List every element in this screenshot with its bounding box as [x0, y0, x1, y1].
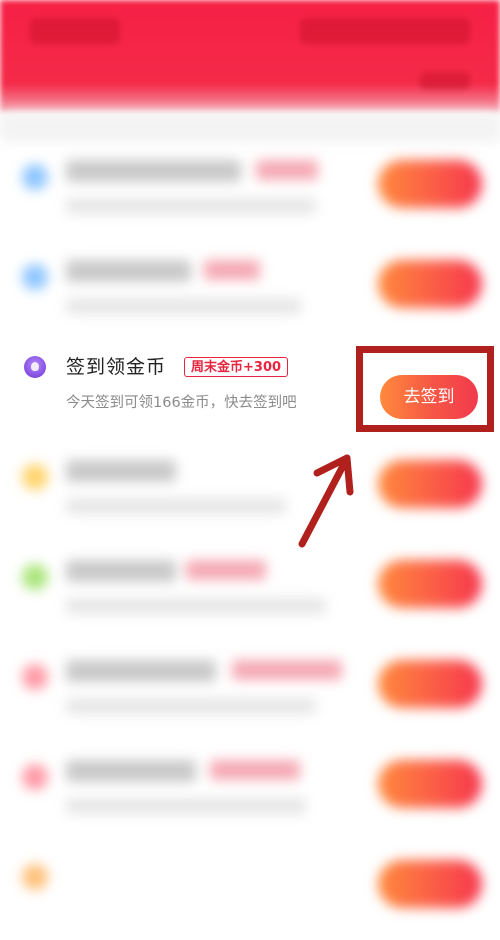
- task-tag-placeholder: [186, 560, 266, 580]
- task-icon: [22, 564, 48, 590]
- task-icon: [22, 264, 48, 290]
- task-desc-placeholder: [66, 198, 316, 214]
- task-action-button[interactable]: [378, 660, 482, 708]
- task-row-blurred: [0, 440, 500, 540]
- task-icon: [22, 864, 48, 890]
- task-tag-placeholder: [210, 760, 300, 780]
- task-title-placeholder: [66, 260, 191, 282]
- task-action-button[interactable]: [378, 460, 482, 508]
- task-title-placeholder: [66, 660, 216, 682]
- task-row-blurred: [0, 540, 500, 640]
- header-title-placeholder: [30, 18, 120, 44]
- task-desc-placeholder: [66, 698, 316, 714]
- header-bar: [0, 0, 500, 112]
- task-row-blurred: [0, 240, 500, 340]
- header-action-placeholder: [300, 18, 470, 44]
- highlight-box: [356, 346, 494, 432]
- task-title: 签到领金币: [66, 356, 167, 378]
- task-icon: [22, 164, 48, 190]
- task-row-blurred: [0, 140, 500, 240]
- task-desc-placeholder: [66, 798, 306, 814]
- task-desc-placeholder: [66, 498, 286, 514]
- task-action-button[interactable]: [378, 260, 482, 308]
- task-desc-placeholder: [66, 598, 326, 614]
- task-icon: [22, 664, 48, 690]
- task-row-blurred: [0, 640, 500, 740]
- task-title-placeholder: [66, 560, 176, 582]
- task-icon: [22, 464, 48, 490]
- task-row-blurred: [0, 740, 500, 840]
- task-tag-placeholder: [256, 160, 318, 180]
- task-title-placeholder: [66, 760, 196, 782]
- task-desc-placeholder: [66, 298, 301, 314]
- task-icon: [22, 764, 48, 790]
- task-tag-placeholder: [204, 260, 260, 280]
- task-action-button[interactable]: [378, 560, 482, 608]
- header-link-placeholder: [420, 72, 470, 90]
- task-action-button[interactable]: [378, 760, 482, 808]
- task-description: 今天签到可领166金币，快去签到吧: [66, 395, 297, 411]
- task-tag-placeholder: [232, 660, 342, 680]
- task-title-placeholder: [66, 160, 241, 182]
- task-action-button[interactable]: [378, 860, 482, 908]
- checkin-badge-icon: [24, 356, 46, 378]
- section-divider: [0, 112, 500, 142]
- task-action-button[interactable]: [378, 160, 482, 208]
- task-title-placeholder: [66, 460, 176, 482]
- task-row-blurred: [0, 840, 500, 940]
- weekend-bonus-tag: 周末金币+300: [184, 357, 289, 377]
